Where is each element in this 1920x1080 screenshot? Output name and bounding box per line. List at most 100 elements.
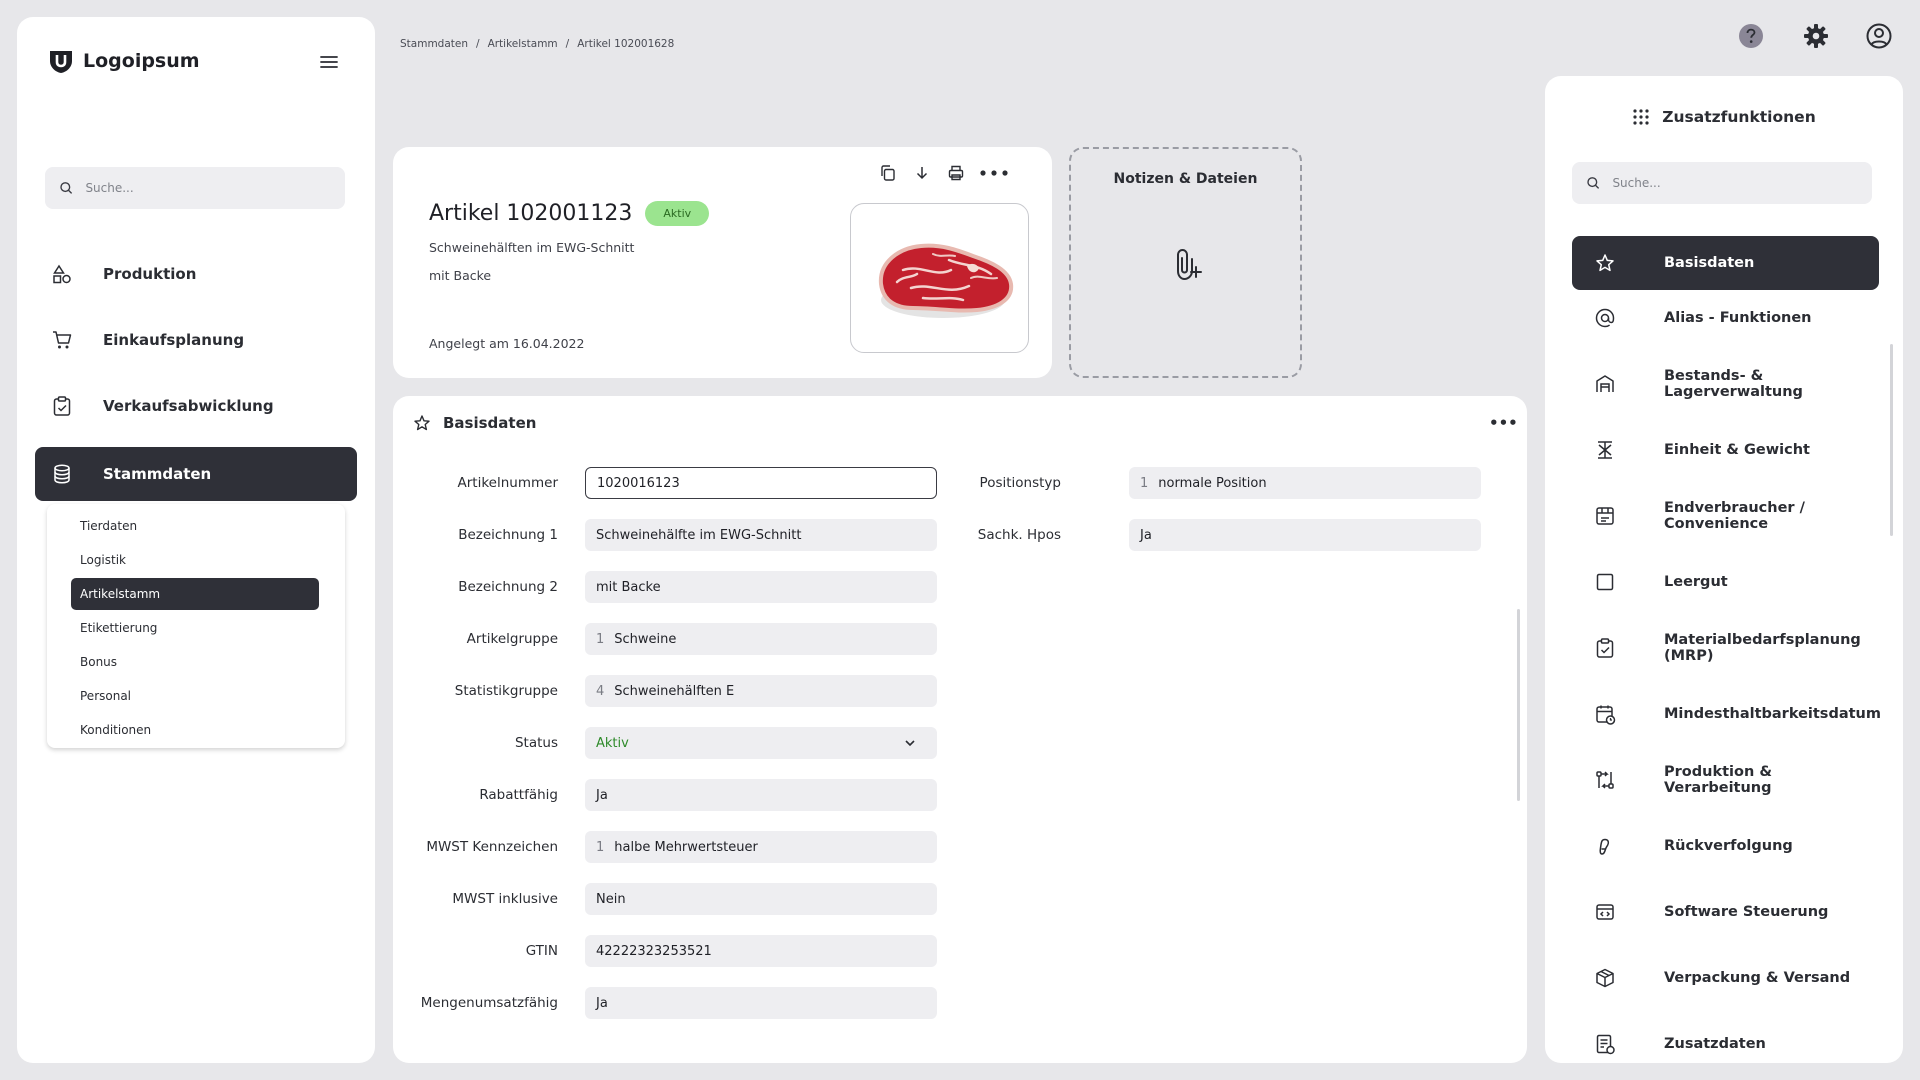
mwst-inklusive-input[interactable]: Nein: [585, 883, 937, 915]
extras-item-rueckverfolgung[interactable]: Rückverfolgung: [1572, 819, 1879, 873]
field-label: GTIN: [525, 943, 558, 959]
extras-item-label: Zusatzdaten: [1664, 1036, 1766, 1052]
extras-item-label: Leergut: [1664, 574, 1728, 590]
field-code: 1: [596, 631, 605, 647]
paperclip-add-icon[interactable]: [1175, 247, 1203, 283]
extras-search[interactable]: [1572, 162, 1872, 204]
brand-name: Logoipsum: [83, 50, 200, 72]
artikelgruppe-input[interactable]: 1 Schweine: [585, 623, 937, 655]
nav-item-einkaufsplanung[interactable]: Einkaufsplanung: [35, 313, 357, 367]
extras-item-bestand[interactable]: Bestands- & Lagerverwaltung: [1572, 357, 1879, 411]
field-code: 1: [1140, 475, 1149, 491]
sidebar-search-input[interactable]: [85, 181, 331, 195]
field-label: Mengenumsatzfähig: [420, 995, 558, 1011]
notes-files-dropzone[interactable]: Notizen & Dateien: [1069, 147, 1302, 378]
sidebar-search[interactable]: [45, 167, 345, 209]
field-label: Rabattfähig: [479, 787, 558, 803]
artikelnummer-input[interactable]: 1020016123: [585, 467, 937, 499]
extras-item-basisdaten[interactable]: Basisdaten: [1572, 236, 1879, 290]
search-icon: [60, 182, 73, 194]
extras-item-label: Mindesthaltbarkeitsdatum: [1664, 706, 1881, 722]
submenu-item-etikettierung[interactable]: Etikettierung: [71, 612, 319, 644]
extras-item-einheit[interactable]: Einheit & Gewicht: [1572, 423, 1879, 477]
extras-item-zusatzdaten[interactable]: Zusatzdaten: [1572, 1017, 1879, 1071]
extras-item-alias[interactable]: Alias - Funktionen: [1572, 291, 1879, 345]
nav-item-label: Einkaufsplanung: [103, 331, 245, 349]
rabattfaehig-input[interactable]: Ja: [585, 779, 937, 811]
extras-item-mrp[interactable]: Materialbedarfsplanung (MRP): [1572, 621, 1879, 675]
code-window-icon: [1596, 904, 1614, 920]
status-select[interactable]: Aktiv: [585, 727, 937, 759]
breadcrumb: Stammdaten / Artikelstamm / Artikel 1020…: [400, 38, 674, 50]
submenu-item-tierdaten[interactable]: Tierdaten: [71, 510, 319, 542]
field-value: Ja: [596, 787, 608, 803]
field-value: Schweinehälften E: [614, 683, 735, 699]
field-value: 1020016123: [597, 475, 680, 491]
submenu-item-bonus[interactable]: Bonus: [71, 646, 319, 678]
form-title: Basisdaten: [443, 414, 537, 432]
form-more-options[interactable]: •••: [1489, 414, 1518, 432]
extras-item-leergut[interactable]: Leergut: [1572, 555, 1879, 609]
submenu-item-logistik[interactable]: Logistik: [71, 544, 319, 576]
field-code: 1: [596, 839, 605, 855]
square-icon: [1596, 573, 1614, 591]
breadcrumb-item[interactable]: Artikelstamm: [488, 38, 558, 50]
print-icon[interactable]: [945, 162, 967, 184]
brand-logo[interactable]: Logoipsum: [47, 47, 200, 75]
star-icon: [414, 415, 430, 431]
nav-item-produktion[interactable]: Produktion: [35, 247, 357, 301]
menu-icon[interactable]: [317, 50, 341, 74]
extras-item-mhd[interactable]: Mindesthaltbarkeitsdatum: [1572, 687, 1881, 741]
extras-item-label: Basisdaten: [1664, 255, 1755, 271]
breadcrumb-item: Artikel 102001628: [577, 38, 675, 50]
field-label: Bezeichnung 2: [458, 579, 558, 595]
user-account-icon[interactable]: [1865, 22, 1893, 50]
extras-scrollbar[interactable]: [1890, 344, 1893, 536]
positionstyp-input[interactable]: 1 normale Position: [1129, 467, 1481, 499]
extras-search-input[interactable]: [1612, 176, 1858, 190]
copy-icon[interactable]: [877, 162, 899, 184]
more-options-icon[interactable]: [979, 162, 1009, 184]
mengenumsatzfaehig-input[interactable]: Ja: [585, 987, 937, 1019]
submenu-item-personal[interactable]: Personal: [71, 680, 319, 712]
bezeichnung2-input[interactable]: mit Backe: [585, 571, 937, 603]
clipboard-check-icon: [53, 396, 71, 416]
basisdaten-form: Basisdaten ••• Artikelnummer 1020016123 …: [393, 396, 1527, 1063]
nav-item-verkaufsabwicklung[interactable]: Verkaufsabwicklung: [35, 379, 357, 433]
field-value: mit Backe: [596, 579, 661, 595]
meat-steak-image: [878, 243, 1014, 318]
extras-item-label: Verpackung & Versand: [1664, 970, 1851, 986]
bezeichnung1-input[interactable]: Schweinehälfte im EWG-Schnitt: [585, 519, 937, 551]
settings-gear-icon[interactable]: [1802, 22, 1830, 50]
extras-item-produktion[interactable]: Produktion & Verarbeitung: [1572, 753, 1879, 807]
clipboard-check-icon: [1596, 638, 1614, 658]
article-image[interactable]: [850, 203, 1029, 353]
field-label: Artikelnummer: [457, 475, 559, 491]
article-description-2: mit Backe: [429, 268, 492, 283]
shapes-icon: [53, 264, 71, 284]
mwst-kennzeichen-input[interactable]: 1 halbe Mehrwertsteuer: [585, 831, 937, 863]
article-header-card: Artikel 102001123 Aktiv Schweinehälften …: [393, 147, 1052, 378]
extras-item-software[interactable]: Software Steuerung: [1572, 885, 1879, 939]
database-icon: [54, 464, 70, 484]
submenu-item-artikelstamm[interactable]: Artikelstamm: [71, 578, 319, 610]
field-value: halbe Mehrwertsteuer: [614, 839, 758, 855]
scale-icon: [1598, 441, 1612, 459]
nav-item-stammdaten[interactable]: Stammdaten: [35, 447, 357, 501]
help-icon[interactable]: [1737, 22, 1765, 50]
field-value: Schweinehälfte im EWG-Schnitt: [596, 527, 802, 543]
breadcrumb-item[interactable]: Stammdaten: [400, 38, 468, 50]
extras-item-verpackung[interactable]: Verpackung & Versand: [1572, 951, 1879, 1005]
extras-item-label: Produktion & Verarbeitung: [1664, 764, 1772, 796]
field-value: 42222323253521: [596, 943, 712, 959]
extras-item-endverbraucher[interactable]: Endverbraucher / Convenience: [1572, 489, 1879, 543]
submenu-item-konditionen[interactable]: Konditionen: [71, 714, 319, 746]
stammdaten-submenu: Tierdaten Logistik Artikelstamm Etiketti…: [47, 504, 345, 748]
download-icon[interactable]: [911, 162, 933, 184]
gtin-input[interactable]: 42222323253521: [585, 935, 937, 967]
sachk-hpos-input[interactable]: Ja: [1129, 519, 1481, 551]
grid-dots-icon: [1633, 109, 1649, 125]
form-scrollbar[interactable]: [1517, 609, 1520, 801]
statistikgruppe-input[interactable]: 4 Schweinehälften E: [585, 675, 937, 707]
extras-item-label: Einheit & Gewicht: [1664, 442, 1810, 458]
